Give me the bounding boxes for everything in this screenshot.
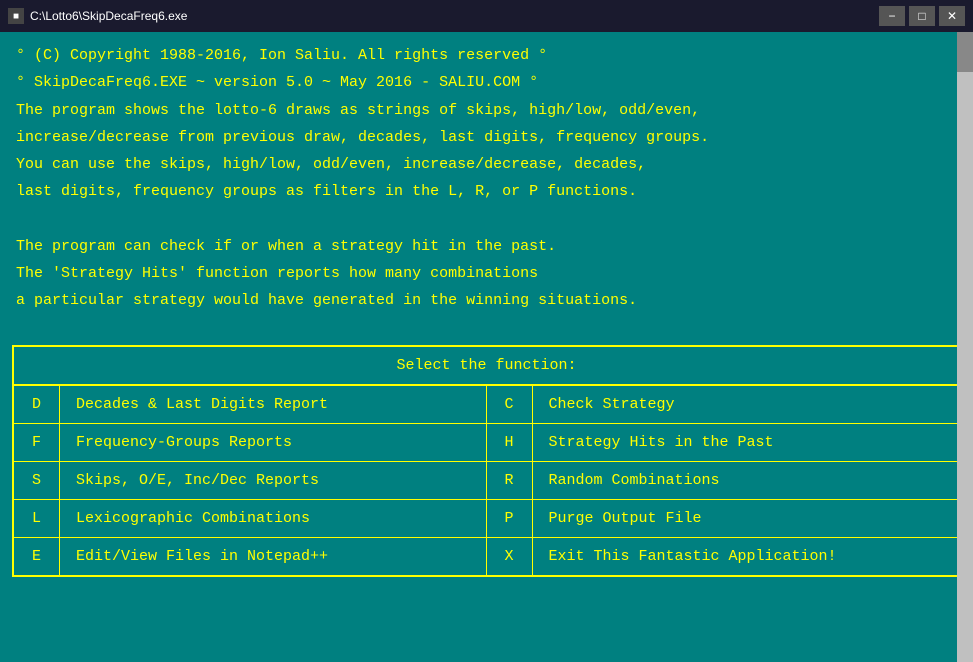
menu-right-cell-4[interactable]: XExit This Fantastic Application! bbox=[487, 538, 960, 575]
info-line-9: a particular strategy would have generat… bbox=[16, 289, 957, 312]
menu-header: Select the function: bbox=[14, 347, 959, 386]
menu-left-cell-0[interactable]: DDecades & Last Digits Report bbox=[14, 386, 487, 424]
menu-right-cell-0[interactable]: CCheck Strategy bbox=[487, 386, 960, 424]
menu-key-E[interactable]: E bbox=[14, 538, 60, 575]
title-bar-icon: ■ bbox=[8, 8, 24, 24]
menu-key-X[interactable]: X bbox=[487, 538, 533, 575]
maximize-button[interactable]: □ bbox=[909, 6, 935, 26]
menu-label-P: Purge Output File bbox=[533, 500, 718, 537]
title-bar-title: C:\Lotto6\SkipDecaFreq6.exe bbox=[30, 9, 187, 23]
menu-left-cell-3[interactable]: LLexicographic Combinations bbox=[14, 500, 487, 538]
info-line-0: ° (C) Copyright 1988-2016, Ion Saliu. Al… bbox=[16, 44, 957, 67]
info-line-7: The program can check if or when a strat… bbox=[16, 235, 957, 258]
menu-right-cell-2[interactable]: RRandom Combinations bbox=[487, 462, 960, 500]
menu-label-F: Frequency-Groups Reports bbox=[60, 424, 308, 461]
menu-key-F[interactable]: F bbox=[14, 424, 60, 461]
menu-key-R[interactable]: R bbox=[487, 462, 533, 499]
menu-label-R: Random Combinations bbox=[533, 462, 736, 499]
menu-key-P[interactable]: P bbox=[487, 500, 533, 537]
menu-left-cell-2[interactable]: SSkips, O/E, Inc/Dec Reports bbox=[14, 462, 487, 500]
menu-label-X: Exit This Fantastic Application! bbox=[533, 538, 853, 575]
info-line-8: The 'Strategy Hits' function reports how… bbox=[16, 262, 957, 285]
menu-label-L: Lexicographic Combinations bbox=[60, 500, 326, 537]
menu-key-S[interactable]: S bbox=[14, 462, 60, 499]
close-button[interactable]: ✕ bbox=[939, 6, 965, 26]
minimize-button[interactable]: − bbox=[879, 6, 905, 26]
menu-key-H[interactable]: H bbox=[487, 424, 533, 461]
menu-label-E: Edit/View Files in Notepad++ bbox=[60, 538, 344, 575]
menu-label-H: Strategy Hits in the Past bbox=[533, 424, 790, 461]
menu-label-S: Skips, O/E, Inc/Dec Reports bbox=[60, 462, 335, 499]
menu-key-C[interactable]: C bbox=[487, 386, 533, 423]
info-line-4: You can use the skips, high/low, odd/eve… bbox=[16, 153, 957, 176]
info-line-2: The program shows the lotto-6 draws as s… bbox=[16, 99, 957, 122]
scrollbar[interactable] bbox=[957, 32, 973, 662]
menu-label-D: Decades & Last Digits Report bbox=[60, 386, 344, 423]
menu-container: Select the function: DDecades & Last Dig… bbox=[12, 345, 961, 577]
info-line-5: last digits, frequency groups as filters… bbox=[16, 180, 957, 203]
main-content: ° (C) Copyright 1988-2016, Ion Saliu. Al… bbox=[0, 32, 973, 329]
info-line-6 bbox=[16, 208, 957, 231]
menu-left-cell-1[interactable]: FFrequency-Groups Reports bbox=[14, 424, 487, 462]
menu-key-D[interactable]: D bbox=[14, 386, 60, 423]
scrollbar-thumb[interactable] bbox=[957, 32, 973, 72]
menu-right-cell-1[interactable]: HStrategy Hits in the Past bbox=[487, 424, 960, 462]
info-line-3: increase/decrease from previous draw, de… bbox=[16, 126, 957, 149]
menu-key-L[interactable]: L bbox=[14, 500, 60, 537]
info-line-1: ° SkipDecaFreq6.EXE ~ version 5.0 ~ May … bbox=[16, 71, 957, 94]
menu-grid: DDecades & Last Digits ReportCCheck Stra… bbox=[14, 386, 959, 575]
menu-right-cell-3[interactable]: PPurge Output File bbox=[487, 500, 960, 538]
title-bar: ■ C:\Lotto6\SkipDecaFreq6.exe − □ ✕ bbox=[0, 0, 973, 32]
menu-left-cell-4[interactable]: EEdit/View Files in Notepad++ bbox=[14, 538, 487, 575]
menu-label-C: Check Strategy bbox=[533, 386, 691, 423]
